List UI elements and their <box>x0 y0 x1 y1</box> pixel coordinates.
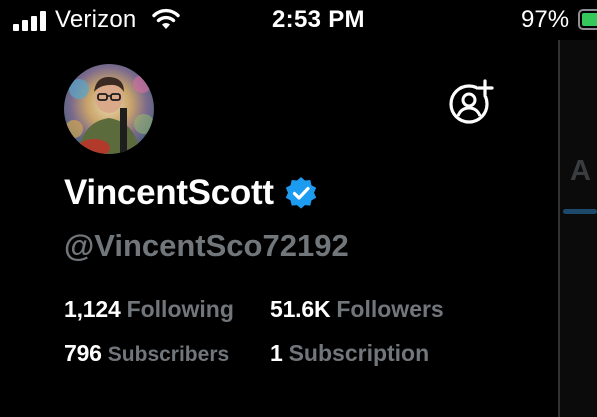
followers-label: Followers <box>336 296 444 322</box>
display-name: VincentScott <box>64 173 274 212</box>
active-tab-indicator <box>563 209 597 214</box>
user-handle: @VincentSco72192 <box>64 228 349 263</box>
stats-row-subscriptions: 796 Subscribers 1 Subscription <box>64 340 544 370</box>
signal-icon <box>13 11 47 31</box>
subscription-stat[interactable]: 1 Subscription <box>270 340 429 367</box>
battery-icon <box>578 9 597 30</box>
battery-percent: 97% <box>521 6 570 33</box>
subscribers-label: Subscribers <box>107 343 230 366</box>
wifi-icon <box>152 8 180 29</box>
verified-badge-icon[interactable] <box>284 176 318 210</box>
carrier-label: Verizon <box>55 6 137 33</box>
followers-stat[interactable]: 51.6K Followers <box>270 296 444 323</box>
add-person-icon[interactable] <box>447 78 495 126</box>
battery-level-fill <box>582 13 597 26</box>
stats-row-follow: 1,124 Following 51.6K Followers <box>64 296 544 326</box>
following-stat[interactable]: 1,124 Following <box>64 296 234 323</box>
side-panel <box>560 40 597 417</box>
avatar-photo <box>64 64 154 154</box>
clock: 2:53 PM <box>272 6 365 33</box>
subscription-count: 1 <box>270 340 283 366</box>
following-count: 1,124 <box>64 296 121 322</box>
subscription-label: Subscription <box>288 340 430 366</box>
subscribers-count: 796 <box>64 340 102 366</box>
followers-count: 51.6K <box>270 296 331 322</box>
subscribers-stat[interactable]: 796 Subscribers <box>64 340 229 367</box>
status-bar: Verizon 2:53 PM 97% <box>0 0 597 40</box>
side-panel-tab[interactable]: A <box>570 155 591 188</box>
following-label: Following <box>126 296 234 322</box>
display-name-row: VincentScott <box>64 171 318 215</box>
avatar[interactable] <box>64 64 154 154</box>
